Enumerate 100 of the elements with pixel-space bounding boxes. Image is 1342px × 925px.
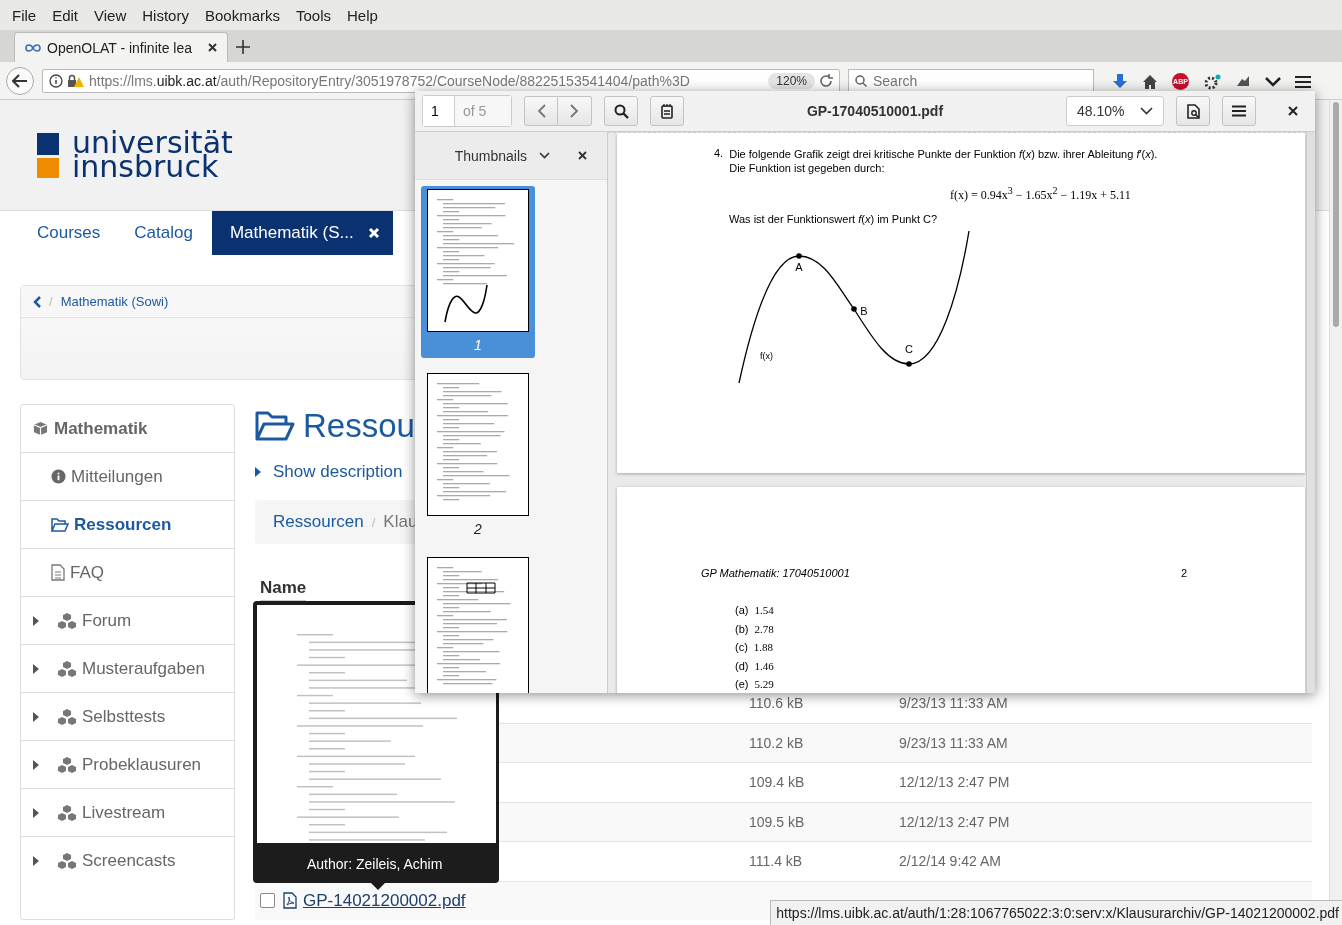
menu-item[interactable]: View xyxy=(86,6,135,24)
document-search-icon xyxy=(1186,103,1200,119)
page-thumbnail[interactable]: 2 xyxy=(421,370,535,542)
document-properties-button[interactable] xyxy=(1176,96,1210,126)
course-menu-item[interactable]: Forum xyxy=(33,610,132,631)
download-icon[interactable] xyxy=(1112,73,1128,90)
back-arrow-icon xyxy=(12,74,28,88)
course-menu-item[interactable]: Mitteilungen xyxy=(51,466,163,487)
page-number-input[interactable]: 1 xyxy=(423,96,455,126)
file-date: 2/12/14 9:42 AM xyxy=(899,853,1001,870)
search-icon xyxy=(855,75,867,87)
question-text: Die Funktion ist gegeben durch: xyxy=(729,161,885,175)
course-menu-item[interactable]: Livestream xyxy=(33,802,166,823)
file-size: 109.5 kB xyxy=(749,813,805,830)
expand-icon[interactable] xyxy=(33,807,39,818)
menu-item[interactable]: File xyxy=(4,6,45,24)
expand-icon[interactable] xyxy=(33,615,39,626)
course-menu-item[interactable]: Probeklausuren xyxy=(33,754,202,775)
address-bar[interactable]: https://lms.uibk.ac.at/auth/RepositoryEntry/3051978752/CourseNode/88225153541404/path%3D 120% xyxy=(42,69,840,93)
new-tab-icon[interactable] xyxy=(236,40,250,54)
url-text: https://lms.uibk.ac.at/auth/RepositoryEntry/3051978752/CourseNode/88225153541404/path%3D xyxy=(89,73,691,89)
author-tooltip-text: Author: Zeileis, Achim xyxy=(307,856,443,872)
option-label: (c) xyxy=(735,641,748,654)
close-icon[interactable] xyxy=(1288,106,1298,116)
file-size: 109.4 kB xyxy=(749,774,805,791)
breadcrumb-link[interactable]: Mathematik (Sowi) xyxy=(60,294,169,309)
menu-icon xyxy=(1232,105,1246,117)
file-size: 110.6 kB xyxy=(749,695,804,712)
option-label: (d) xyxy=(735,659,749,672)
course-menu-item[interactable]: Selbsttests xyxy=(33,706,166,727)
next-page-button[interactable] xyxy=(558,96,592,126)
infinity-icon xyxy=(25,42,41,53)
search-field[interactable]: Search xyxy=(848,69,1094,93)
close-icon[interactable] xyxy=(208,43,217,52)
folder-icon xyxy=(255,411,295,441)
file-size: 110.2 kB xyxy=(749,734,804,751)
close-icon[interactable] xyxy=(578,151,587,160)
file-date: 12/12/13 2:47 PM xyxy=(899,774,1010,791)
option-value: 2.78 xyxy=(754,622,774,635)
path-separator: / xyxy=(371,514,376,530)
university-logo[interactable]: universität innsbruck xyxy=(37,131,233,179)
page-number-field[interactable]: 1 of 5 xyxy=(422,95,512,127)
info-icon[interactable] xyxy=(49,74,63,88)
reload-icon[interactable] xyxy=(819,74,833,88)
option-value: 1.54 xyxy=(754,604,774,617)
thumbnail-page-number: 1 xyxy=(474,336,482,355)
nav-tab[interactable]: Catalog xyxy=(117,211,210,255)
menu-icon[interactable] xyxy=(1295,74,1311,89)
course-menu-item[interactable]: FAQ xyxy=(51,562,104,583)
graph-label: B xyxy=(860,305,868,317)
file-date: 9/23/13 11:33 AM xyxy=(899,695,1008,712)
option-label: (e) xyxy=(735,678,749,691)
home-icon[interactable] xyxy=(1142,73,1158,90)
cubes-icon xyxy=(57,804,77,821)
link-status-tooltip: https://lms.uibk.ac.at/auth/1:28:1067765022:3:0:serv:x/Klausurarchiv/GP-14021200002.pdf xyxy=(770,900,1342,925)
row-checkbox[interactable] xyxy=(260,893,275,909)
course-menu-item[interactable]: Musteraufgaben xyxy=(33,658,205,679)
cubes-icon xyxy=(57,612,77,629)
nav-tab[interactable]: Courses xyxy=(20,211,118,255)
viewer-scrollbar[interactable] xyxy=(1306,132,1315,693)
menu-item[interactable]: Tools xyxy=(288,6,339,24)
previous-page-button[interactable] xyxy=(524,96,558,126)
file-link[interactable]: GP-14021200002.pdf xyxy=(303,890,466,911)
expand-icon[interactable] xyxy=(33,711,39,722)
back-button[interactable] xyxy=(6,67,34,95)
browser-tab[interactable]: OpenOLAT - infinite lea xyxy=(14,32,228,62)
caret-icon xyxy=(255,467,261,477)
annotations-button[interactable] xyxy=(650,96,684,126)
overflow-icon[interactable] xyxy=(1265,75,1281,88)
menu-item[interactable]: History xyxy=(134,6,197,24)
menu-item[interactable]: Help xyxy=(339,6,386,24)
expand-icon[interactable] xyxy=(33,759,39,770)
search-icon xyxy=(613,103,629,119)
course-menu-item[interactable]: Ressourcen xyxy=(51,514,172,535)
sidebar-mode-dropdown[interactable]: Thumbnails xyxy=(454,147,550,164)
file-date: 9/23/13 11:33 AM xyxy=(899,734,1008,751)
notepad-icon xyxy=(661,103,673,119)
path-item[interactable]: Ressourcen xyxy=(273,512,364,532)
cubes-icon xyxy=(57,708,77,725)
course-menu-item[interactable]: Screencasts xyxy=(33,850,176,871)
zoom-dropdown[interactable]: 48.10% xyxy=(1066,96,1164,126)
expand-icon[interactable] xyxy=(33,663,39,674)
nav-tab[interactable]: Mathematik (S... xyxy=(211,211,393,255)
expand-icon[interactable] xyxy=(33,855,39,866)
menu-item[interactable]: Edit xyxy=(44,6,87,24)
gear-icon[interactable] xyxy=(1203,73,1221,90)
back-icon[interactable] xyxy=(33,295,41,308)
zoom-level[interactable]: 120% xyxy=(768,73,815,89)
menu-item[interactable]: Bookmarks xyxy=(196,6,288,24)
lock-warning-icon[interactable] xyxy=(67,74,85,88)
document-title: GP-17040510001.pdf xyxy=(805,103,945,119)
search-button[interactable] xyxy=(604,96,638,126)
cube-icon xyxy=(33,421,48,436)
cubes-icon xyxy=(57,660,77,677)
menu-button[interactable] xyxy=(1222,96,1256,126)
file-icon xyxy=(51,564,65,581)
breadcrumb-separator: / xyxy=(49,294,53,309)
search-input[interactable]: Search xyxy=(873,73,1073,89)
file-date: 12/12/13 2:47 PM xyxy=(899,813,1010,830)
show-description-link[interactable]: Show description xyxy=(255,462,403,482)
